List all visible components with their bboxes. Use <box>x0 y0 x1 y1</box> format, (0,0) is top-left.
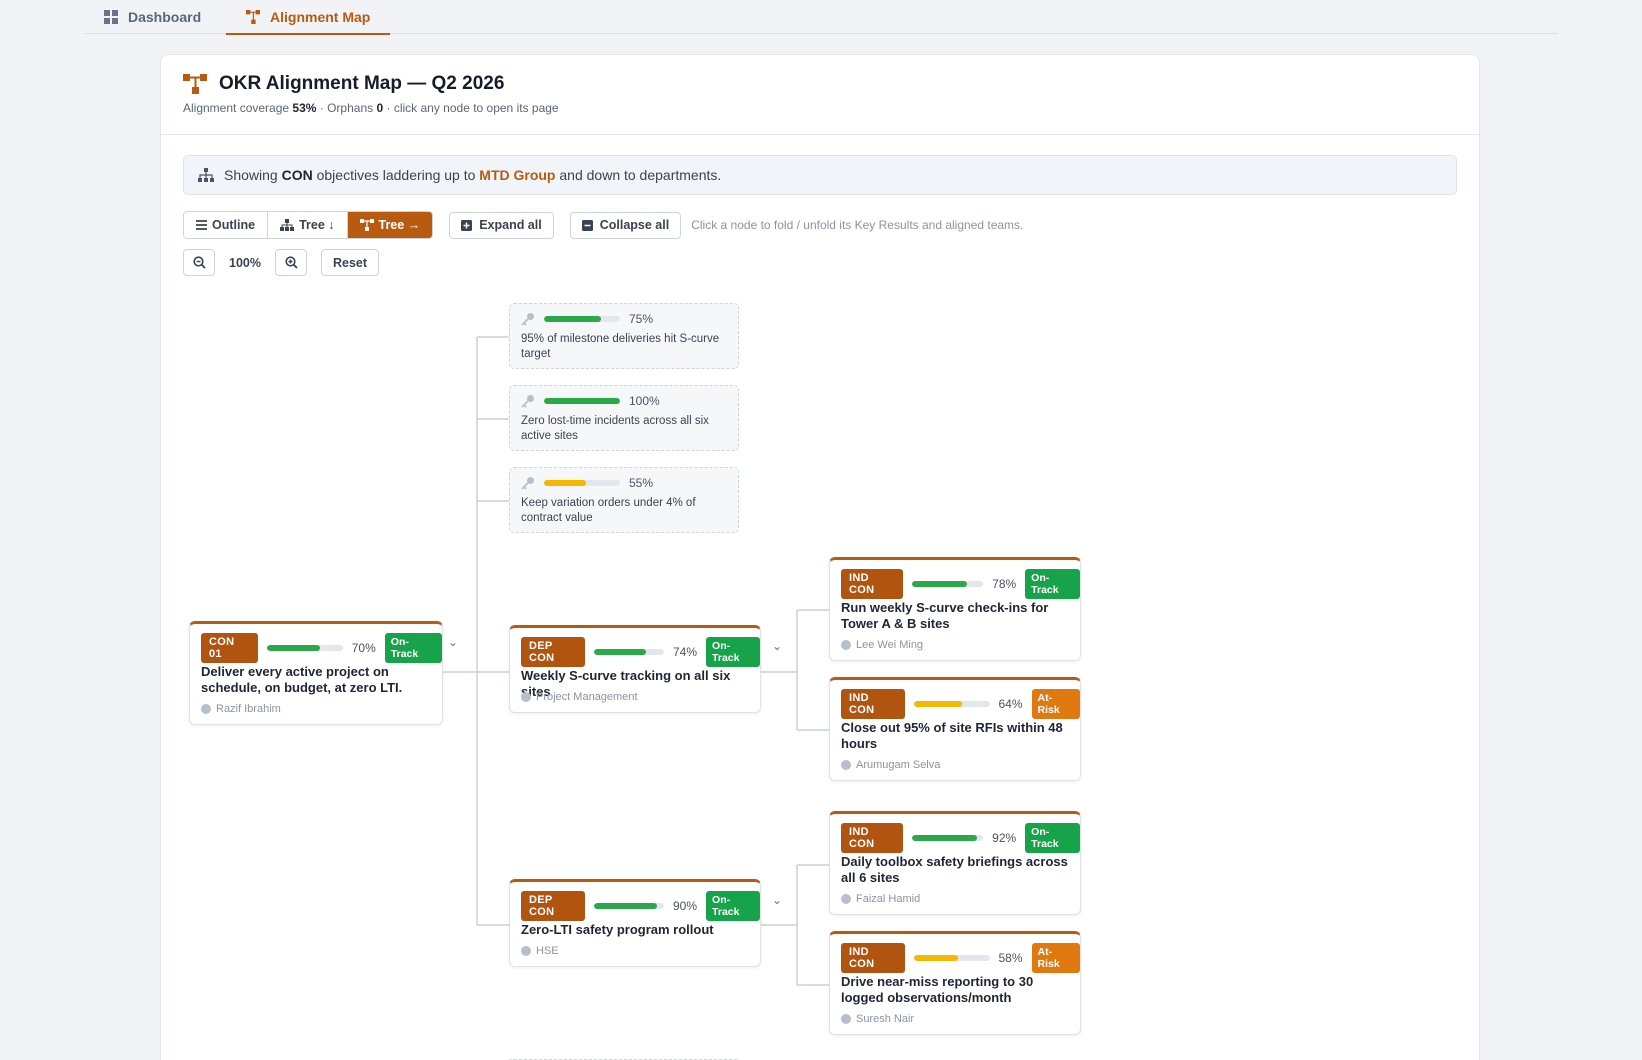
key-result-text: 95% of milestone deliveries hit S-curve … <box>521 333 720 360</box>
tab-alignment-map-label: Alignment Map <box>270 8 371 25</box>
department-progress-bar <box>593 903 664 909</box>
key-result-text: Keep variation orders under 4% of contra… <box>521 497 696 524</box>
key-result-card[interactable]: 75% 95% of milestone deliveries hit S-cu… <box>509 303 739 369</box>
individual-node[interactable]: IND CON 78% On-Track Run weekly S-curve … <box>829 557 1081 661</box>
tab-dashboard-label: Dashboard <box>128 9 202 25</box>
tab-alignment-map[interactable]: Alignment Map <box>226 0 391 35</box>
individual-owner: Suresh Nair <box>856 1013 915 1025</box>
key-icon <box>521 477 534 490</box>
key-result-card[interactable]: 100% Zero lost-time incidents across all… <box>509 385 739 451</box>
individual-title: Daily toolbox safety briefings across al… <box>841 854 1068 885</box>
objective-progress: 70% <box>351 641 376 655</box>
avatar <box>841 1014 851 1024</box>
department-progress: 90% <box>673 899 698 913</box>
individual-title: Close out 95% of site RFIs within 48 hou… <box>841 720 1063 751</box>
individual-tag: IND CON <box>841 569 903 599</box>
department-tag: DEP CON <box>521 891 585 921</box>
status-badge: On-Track <box>1025 823 1080 853</box>
key-result-progress-bar <box>544 316 620 322</box>
key-result-progress: 100% <box>629 394 660 408</box>
individual-node[interactable]: IND CON 64% At-Risk Close out 95% of sit… <box>829 677 1081 781</box>
individual-progress-bar <box>914 701 990 707</box>
department-owner: Project Management <box>536 691 638 703</box>
key-icon <box>521 313 534 326</box>
chevron-down-icon[interactable]: ⌄ <box>448 635 458 649</box>
individual-progress: 78% <box>992 577 1017 591</box>
status-badge: On-Track <box>1025 569 1080 599</box>
individual-owner: Faizal Hamid <box>856 893 921 905</box>
avatar <box>521 946 531 956</box>
individual-progress-bar <box>911 581 984 587</box>
individual-title: Run weekly S-curve check-ins for Tower A… <box>841 600 1049 631</box>
individual-progress: 58% <box>998 951 1023 965</box>
department-node[interactable]: DEP CON 74% On-Track ⌄ Weekly S-curve tr… <box>509 625 782 713</box>
status-badge: On-Track <box>384 633 442 663</box>
individual-tag: IND CON <box>841 689 906 719</box>
department-progress: 74% <box>673 645 698 659</box>
department-owner: HSE <box>536 945 559 957</box>
key-icon <box>521 395 534 408</box>
avatar <box>841 760 851 770</box>
key-result-progress-bar <box>544 480 620 486</box>
key-result-text: Zero lost-time incidents across all six … <box>521 415 709 442</box>
objective-owner: Razif Ibrahim <box>216 703 281 715</box>
dashboard-grid-icon <box>104 10 118 24</box>
individual-progress: 92% <box>992 831 1017 845</box>
department-tag: DEP CON <box>521 637 585 667</box>
individual-progress-bar <box>911 835 984 841</box>
avatar <box>841 894 851 904</box>
key-result-progress-bar <box>544 398 620 404</box>
key-result-progress: 55% <box>629 476 654 490</box>
individual-node[interactable]: IND CON 92% On-Track Daily toolbox safet… <box>829 811 1081 915</box>
avatar <box>201 704 211 714</box>
status-badge: At-Risk <box>1031 689 1080 719</box>
individual-title: Drive near-miss reporting to 30 logged o… <box>841 974 1034 1005</box>
chevron-down-icon[interactable]: ⌄ <box>772 639 782 653</box>
individual-owner: Lee Wei Ming <box>856 639 924 651</box>
status-badge: At-Risk <box>1031 943 1080 973</box>
avatar <box>841 640 851 650</box>
top-tab-bar: Dashboard Alignment Map <box>84 0 1558 35</box>
status-badge: On-Track <box>706 637 760 667</box>
individual-progress: 64% <box>998 697 1023 711</box>
objective-tag: CON 01 <box>201 633 259 663</box>
individual-tag: IND CON <box>841 823 903 853</box>
chevron-down-icon[interactable]: ⌄ <box>772 893 782 907</box>
avatar <box>521 692 531 702</box>
individual-tag: IND CON <box>841 943 906 973</box>
individual-progress-bar <box>914 955 990 961</box>
department-progress-bar <box>593 649 664 655</box>
alignment-map-card: OKR Alignment Map — Q2 2026 Alignment co… <box>160 54 1480 1060</box>
individual-node[interactable]: IND CON 58% At-Risk Drive near-miss repo… <box>829 931 1081 1035</box>
individual-owner: Arumugam Selva <box>856 759 941 771</box>
objective-progress-bar <box>267 645 343 651</box>
tree-connectors <box>443 336 829 1060</box>
objective-node-con-01[interactable]: CON 01 70% On-Track ⌄ Deliver every acti… <box>189 621 458 725</box>
tab-dashboard[interactable]: Dashboard <box>84 0 221 34</box>
status-badge: On-Track <box>706 891 760 921</box>
alignment-map-icon <box>246 9 260 24</box>
department-title: Zero-LTI safety program rollout <box>521 922 714 937</box>
key-result-card[interactable]: 55% Keep variation orders under 4% of co… <box>509 467 739 533</box>
department-node[interactable]: DEP CON 90% On-Track ⌄ Zero-LTI safety p… <box>509 879 782 967</box>
objective-title: Deliver every active project on schedule… <box>201 664 403 695</box>
key-result-progress: 75% <box>629 312 654 326</box>
